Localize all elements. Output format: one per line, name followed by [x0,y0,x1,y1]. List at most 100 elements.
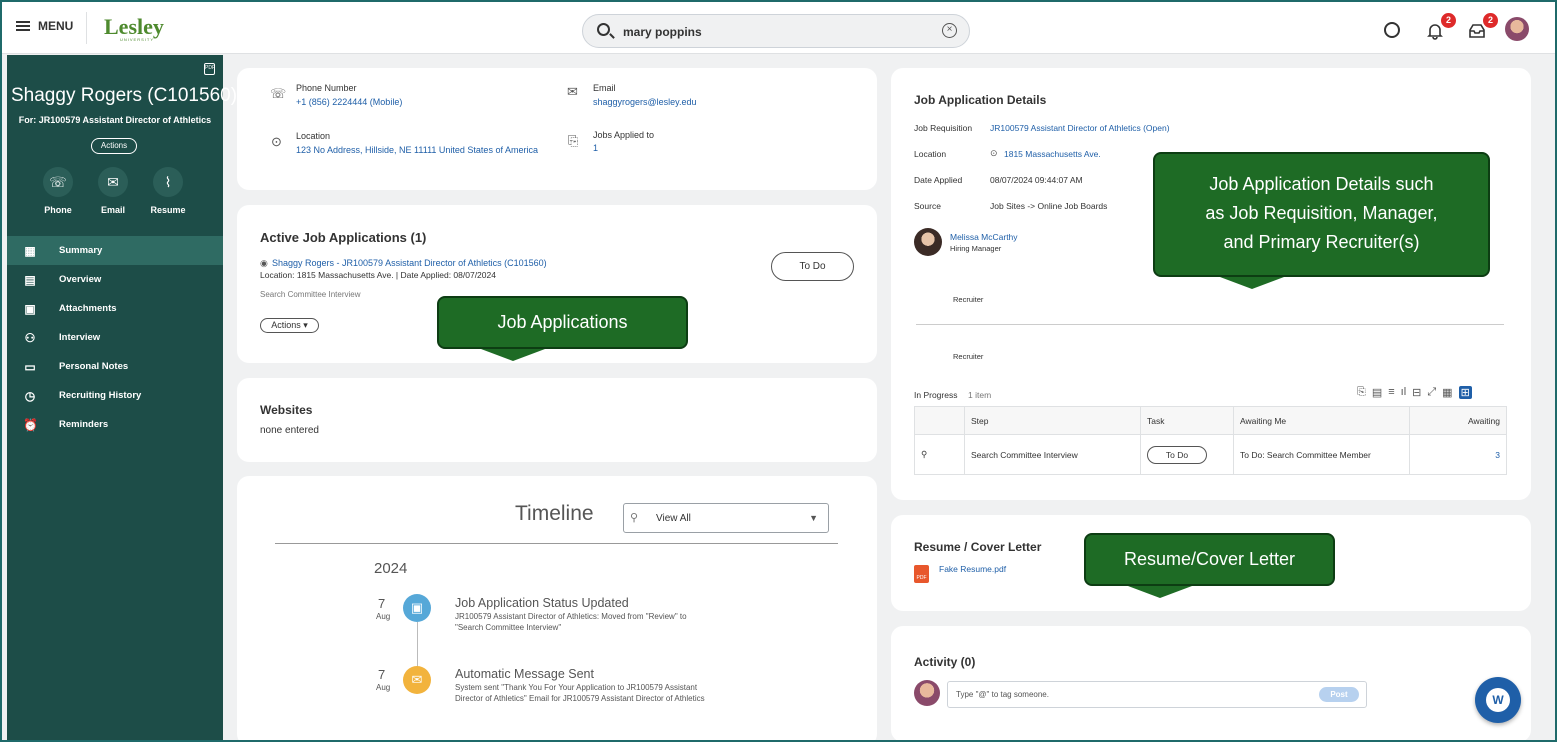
inbox-button[interactable]: 2 [1468,13,1498,42]
manager-link[interactable]: Melissa McCarthy [950,232,1018,242]
table-view-icon[interactable]: ▦ [1442,386,1452,399]
event-month: Aug [376,612,391,621]
activity-comment-input[interactable]: Type "@" to tag someone. Post [947,681,1367,708]
interview-icon: ⚇ [24,330,36,345]
user-avatar[interactable] [1505,17,1529,41]
search-input[interactable]: mary poppins × [582,14,970,48]
logo-subtitle: UNIVERSITY [120,37,155,42]
date-label: Date Applied [914,175,963,185]
column-header[interactable]: Step [964,406,1141,435]
post-button[interactable]: Post [1319,687,1359,702]
pdf-export-icon[interactable]: PDF [204,63,215,75]
columns-icon[interactable]: ⊟ [1412,386,1421,399]
event-desc: System sent "Thank You For Your Applicat… [455,683,698,692]
in-progress-count: 1 item [968,390,992,400]
sidebar-item-reminders[interactable]: ⏰ Reminders [7,410,223,439]
callout-job-applications: Job Applications [437,296,688,361]
chart-icon[interactable]: ıl [1401,386,1407,399]
notifications-button[interactable]: 2 [1426,13,1456,42]
resume-label: Resume [150,205,186,215]
event-day: 7 [378,596,386,611]
callout-text: and Primary Recruiter(s) [1223,232,1420,252]
location-pin-icon: ⊙ [271,134,282,149]
email-label: Email [593,83,616,93]
candidate-for: For: JR100579 Assistant Director of Athl… [18,115,212,125]
application-actions-button[interactable]: Actions ▾ [260,318,319,333]
clear-search-icon[interactable]: × [942,23,957,38]
sidebar-item-label: Recruiting History [59,390,142,401]
manager-role: Hiring Manager [950,244,1002,253]
event-day: 7 [378,667,386,682]
inbox-badge: 2 [1483,13,1498,28]
source-value: Job Sites -> Online Job Boards [990,201,1108,211]
filter-icon[interactable]: ≡ [1388,386,1394,399]
callout-job-details: Job Application Details such as Job Requ… [1153,152,1490,289]
resume-file-link[interactable]: Fake Resume.pdf [939,564,1006,574]
jobs-applied-count[interactable]: 1 [593,143,598,153]
help-assistant-button[interactable]: W [1475,677,1521,723]
recruiter-label: Recruiter [953,352,984,361]
row-search-cell[interactable]: ⚲ [914,434,965,475]
sidebar-item-summary[interactable]: ▦ Summary [7,236,223,265]
todo-button[interactable]: To Do [771,252,854,281]
callout-tail [1220,277,1284,289]
column-header[interactable]: Awaiting Me [1233,406,1410,435]
fullscreen-icon[interactable]: ⤢ [1427,386,1436,399]
resume-button[interactable]: ⌇ [153,167,183,197]
details-card: Job Application Details Job Requisition … [891,68,1531,500]
menu-button[interactable]: MENU [16,19,73,33]
req-link[interactable]: JR100579 Assistant Director of Athletics… [990,123,1170,133]
comment-placeholder: Type "@" to tag someone. [956,690,1049,699]
grid-view-icon[interactable]: ⊞ [1458,386,1472,399]
sidebar-actions-button[interactable]: Actions [91,138,137,154]
loc-link[interactable]: 1815 Massachusetts Ave. [1004,149,1101,159]
email-link[interactable]: shaggyrogers@lesley.edu [593,97,697,107]
pdf-icon[interactable]: ▤ [1372,386,1382,399]
sidebar-item-overview[interactable]: ▤ Overview [7,265,223,294]
search-icon: ⚲ [921,449,928,459]
sidebar-item-attachments[interactable]: ▣ Attachments [7,294,223,323]
briefcase-icon: ▣ [24,301,36,316]
sidebar-item-recruiting-history[interactable]: ◷ Recruiting History [7,381,223,410]
event-title: Job Application Status Updated [455,596,629,610]
menu-label: MENU [38,19,74,33]
divider [86,12,87,44]
sidebar-item-label: Personal Notes [59,361,129,372]
callout-tail [1128,586,1192,598]
callout-text: as Job Requisition, Manager, [1205,203,1438,223]
callout-tail [481,349,545,361]
event-desc: Director of Athletics" Email for JR10057… [455,694,705,703]
export-icon[interactable]: ⎘ [1357,386,1366,399]
filter-type-icon: ⚲ [630,512,639,524]
location-link[interactable]: 123 No Address, Hillside, NE 11111 Unite… [296,145,538,155]
phone-button[interactable]: ☏ [43,167,73,197]
sidebar-item-personal-notes[interactable]: ▭ Personal Notes [7,352,223,381]
recruiter-label: Recruiter [953,295,984,304]
summary-icon: ▦ [24,243,36,258]
sidebar-item-label: Reminders [59,419,109,430]
timeline-filter-select[interactable]: ⚲ View All ▼ [623,503,829,533]
application-link[interactable]: Shaggy Rogers - JR100579 Assistant Direc… [272,258,547,268]
event-title: Automatic Message Sent [455,667,594,681]
event-desc: "Search Committee Interview" [455,623,562,632]
column-header[interactable]: Task [1140,406,1234,435]
candidate-name: Shaggy Rogers (C101560) [11,85,238,106]
email-button[interactable]: ✉ [98,167,128,197]
column-header[interactable]: Awaiting [1409,406,1507,435]
task-todo-button[interactable]: To Do [1147,445,1207,464]
websites-title: Websites [260,403,313,417]
event-month: Aug [376,683,391,692]
timeline-connector [417,622,418,670]
sidebar-item-interview[interactable]: ⚇ Interview [7,323,223,352]
source-label: Source [914,201,941,211]
email-icon: ✉ [107,173,119,190]
activity-card: Activity (0) Type "@" to tag someone. Po… [891,626,1531,740]
message-icon: ✉ [403,666,431,694]
status-circle-icon: ◉ [260,258,268,268]
overview-icon: ▤ [24,272,36,287]
phone-link[interactable]: +1 (856) 2224444 (Mobile) [296,97,402,107]
awaiting-count[interactable]: 3 [1409,434,1507,475]
chat-icon[interactable] [1384,22,1400,38]
jobs-icon: ⎘ [568,133,579,148]
status-update-icon: ▣ [403,594,431,622]
